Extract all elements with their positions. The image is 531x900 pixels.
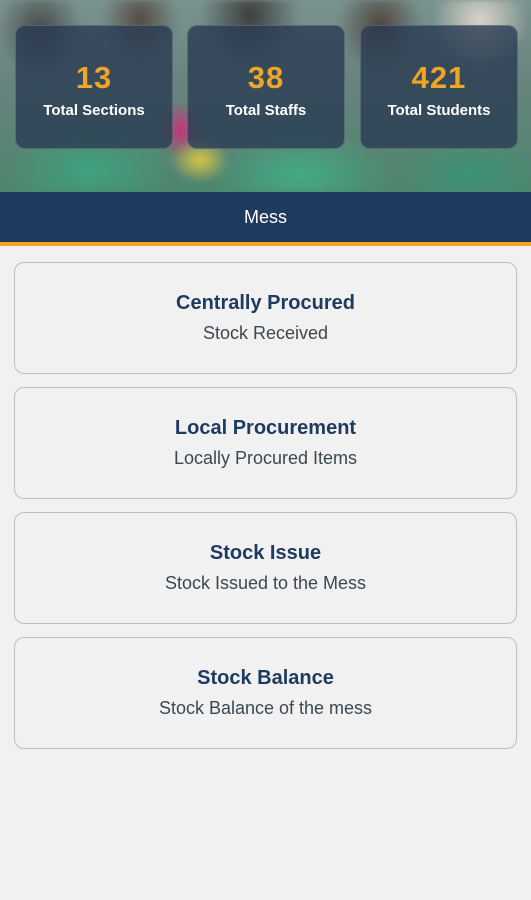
menu-item-subtitle: Stock Balance of the mess	[158, 698, 373, 718]
stat-total-students: 421 Total Students	[360, 25, 518, 149]
hero-banner: 13 Total Sections 38 Total Staffs 421 To…	[0, 0, 531, 192]
stat-total-sections: 13 Total Sections	[15, 25, 173, 149]
stat-value: 38	[247, 60, 285, 95]
menu-item-title: Centrally Procured	[176, 292, 355, 314]
stat-label: Total Sections	[43, 102, 145, 119]
menu-item-subtitle: Stock Issued to the Mess	[164, 573, 367, 593]
stat-value: 13	[75, 60, 113, 95]
menu-item-title: Local Procurement	[174, 417, 357, 439]
section-header: Mess	[0, 192, 531, 246]
stat-label: Total Students	[387, 102, 491, 119]
stat-total-staffs: 38 Total Staffs	[187, 25, 345, 149]
stat-value: 421	[411, 60, 467, 95]
menu-item-stock-issue[interactable]: Stock Issue Stock Issued to the Mess	[14, 512, 517, 624]
menu-list: Centrally Procured Stock Received Local …	[0, 246, 531, 749]
menu-item-subtitle: Locally Procured Items	[173, 448, 358, 468]
stat-label: Total Staffs	[225, 102, 307, 119]
menu-item-title: Stock Balance	[197, 667, 334, 689]
menu-item-centrally-procured[interactable]: Centrally Procured Stock Received	[14, 262, 517, 374]
menu-item-subtitle: Stock Received	[202, 323, 329, 343]
page-title: Mess	[243, 206, 287, 227]
menu-item-stock-balance[interactable]: Stock Balance Stock Balance of the mess	[14, 637, 517, 749]
menu-item-title: Stock Issue	[209, 542, 322, 564]
menu-item-local-procurement[interactable]: Local Procurement Locally Procured Items	[14, 387, 517, 499]
